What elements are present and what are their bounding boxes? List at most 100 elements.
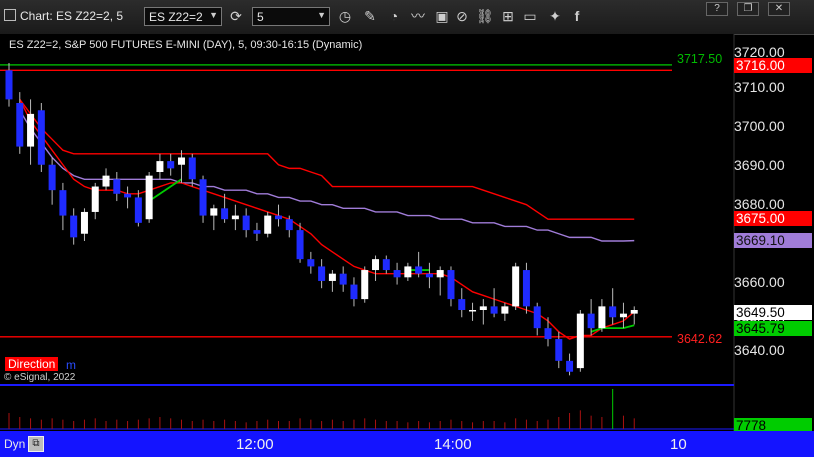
copyright: © eSignal, 2022 — [4, 372, 76, 383]
volume-bar — [30, 418, 32, 429]
link-cycle-icon[interactable]: ⟳ — [228, 8, 244, 24]
candle-body — [469, 310, 477, 312]
red-low-tag: 3642.62 — [677, 332, 723, 346]
candle-body — [382, 259, 390, 271]
candle-body — [533, 306, 541, 329]
close-button[interactable]: ✕ — [768, 2, 790, 16]
volume-bar — [62, 419, 64, 429]
candle-body — [609, 306, 617, 318]
green-line-tag: 3717.50 — [677, 52, 723, 66]
candle-body — [156, 161, 164, 172]
pencil-icon[interactable]: ✎ — [362, 8, 378, 24]
candle-body — [307, 259, 315, 267]
pin-icon[interactable] — [4, 9, 16, 21]
volume-bar — [450, 419, 452, 429]
volume-bar — [8, 413, 10, 429]
candle-body — [242, 215, 250, 231]
volume-bar — [558, 417, 560, 429]
candle-body — [630, 310, 638, 314]
interval-combo[interactable]: 5 ▼ — [252, 7, 330, 26]
candle-body — [296, 230, 304, 260]
window-title: Chart: ES Z22=2, 5 — [4, 9, 123, 23]
volume-bar — [245, 422, 247, 429]
volume-bar — [83, 419, 85, 429]
volume-bar — [19, 417, 21, 429]
volume-bar — [148, 418, 150, 429]
no-icon[interactable]: ⊘ — [454, 8, 470, 24]
price-axis-label: 3660.00 — [734, 274, 785, 290]
volume-bar — [579, 410, 581, 429]
direction-label[interactable]: Direction — [5, 357, 59, 371]
volume-bar — [202, 419, 204, 429]
scale-icon[interactable]: ⧉ — [28, 436, 44, 452]
candle-body — [619, 313, 627, 318]
link-icon[interactable]: ⛓ — [476, 8, 494, 24]
volume-bar — [191, 421, 193, 429]
chevron-down-icon: ▼ — [317, 10, 326, 20]
candle-body — [339, 273, 347, 285]
study-icon[interactable]: ◔ — [386, 8, 402, 24]
help-button[interactable]: ? — [706, 2, 728, 16]
candle-body — [598, 306, 606, 329]
volume-bar — [472, 422, 474, 429]
candle-body — [447, 270, 455, 300]
candle-body — [48, 164, 56, 191]
candle-body — [350, 284, 358, 300]
candle-body — [490, 306, 498, 314]
twitter-icon[interactable]: ✦ — [547, 8, 563, 24]
candle-body — [393, 270, 401, 278]
volume-bar — [493, 421, 495, 429]
candle-body — [576, 313, 584, 369]
text-icon[interactable]: ▣ — [434, 8, 450, 24]
red-top-tag: 3716.00 — [734, 58, 812, 73]
candle-body — [264, 215, 272, 234]
time-label-1400: 14:00 — [434, 436, 472, 453]
wave-icon[interactable]: 〰 — [410, 8, 426, 24]
volume-bar — [525, 419, 527, 429]
volume-bar — [504, 422, 506, 429]
volume-bar — [385, 421, 387, 429]
price-axis-label: 3640.00 — [734, 342, 785, 358]
candle-body — [177, 157, 185, 165]
volume-bar — [180, 419, 182, 429]
volume-bar — [515, 418, 517, 429]
candle-body — [372, 259, 380, 271]
volume-bar — [213, 421, 215, 429]
volume-bar — [51, 418, 53, 429]
candle-body — [113, 179, 121, 194]
candle-body — [5, 70, 13, 100]
candle-body — [328, 273, 336, 281]
volume-bar — [396, 421, 398, 429]
candle-body — [587, 313, 595, 329]
volume-bar — [622, 415, 624, 429]
candle-body — [555, 339, 563, 361]
volume-bar — [234, 421, 236, 429]
volume-bar — [288, 421, 290, 429]
candle-body — [134, 197, 142, 223]
candle-body — [425, 273, 433, 278]
volume-bar — [40, 419, 42, 429]
symbol-combo[interactable]: ES Z22=2 ▼ — [144, 7, 222, 26]
volume-bar — [342, 421, 344, 429]
volume-bar — [137, 419, 139, 429]
candle-body — [37, 110, 45, 165]
purple-tag: 3669.10 — [734, 233, 812, 248]
title-bar: Chart: ES Z22=2, 5 ES Z22=2 ▼ ⟳ 5 ▼ ◷ ✎ … — [0, 0, 814, 35]
candle-body — [479, 306, 487, 310]
volume-bar — [224, 419, 226, 429]
chart-canvas[interactable] — [0, 34, 814, 431]
volume-bar — [375, 419, 377, 429]
restore-button[interactable]: ❐ — [737, 2, 759, 16]
facebook-icon[interactable]: f — [569, 8, 585, 24]
candle-body — [16, 103, 24, 147]
chat-icon[interactable]: ▭ — [522, 8, 538, 24]
volume-bar — [267, 419, 269, 429]
candle-body — [275, 215, 282, 220]
dyn-label: Dyn — [4, 437, 26, 451]
volume-bar — [612, 389, 614, 429]
clock-icon[interactable]: ◷ — [337, 8, 353, 24]
grid-icon[interactable]: ⊞ — [500, 8, 516, 24]
volume-bar — [353, 419, 355, 429]
volume-bar — [73, 421, 75, 429]
volume-bar — [536, 421, 538, 429]
